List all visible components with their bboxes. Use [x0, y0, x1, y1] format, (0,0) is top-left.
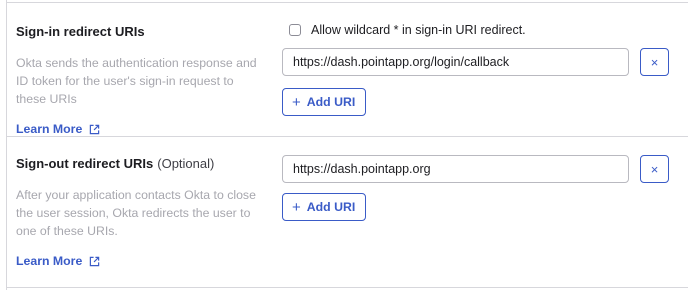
external-link-icon [90, 124, 100, 134]
signout-label-row: Sign-out redirect URIs (Optional) [16, 156, 264, 172]
signin-learn-more-label: Learn More [16, 122, 83, 136]
signin-label: Sign-in redirect URIs [16, 24, 145, 39]
signin-info: Sign-in redirect URIs Okta sends the aut… [16, 24, 264, 138]
bottom-divider [6, 287, 688, 288]
close-icon: × [650, 54, 659, 70]
signin-remove-uri-button[interactable]: × [640, 48, 669, 76]
optional-tag: (Optional) [157, 156, 215, 171]
signin-uri-row: × [282, 48, 670, 76]
signout-add-uri-label: Add URI [306, 200, 356, 214]
signin-uri-input[interactable] [282, 48, 629, 76]
signin-add-uri-label: Add URI [306, 95, 356, 109]
signout-uri-row: × [282, 155, 670, 183]
plus-icon: + [292, 93, 301, 111]
signout-info: Sign-out redirect URIs (Optional) After y… [16, 156, 264, 270]
wildcard-label: Allow wildcard * in sign-in URI redirect… [311, 23, 526, 37]
signin-add-uri-button[interactable]: + Add URI [282, 88, 367, 116]
redirect-uri-settings: Sign-in redirect URIs Okta sends the aut… [0, 0, 688, 290]
signout-add-uri-button[interactable]: + Add URI [282, 193, 367, 221]
signin-controls: Allow wildcard * in sign-in URI redirect… [282, 22, 670, 132]
signout-learn-more-label: Learn More [16, 254, 83, 268]
signout-label: Sign-out redirect URIs [16, 156, 154, 171]
plus-icon: + [292, 198, 301, 216]
signout-description: After your application contacts Okta to … [16, 188, 256, 238]
close-icon: × [650, 161, 659, 177]
signin-learn-more-link[interactable]: Learn More [16, 122, 100, 136]
wildcard-checkbox[interactable] [289, 24, 301, 36]
external-link-icon [90, 256, 100, 266]
signout-learn-more-link[interactable]: Learn More [16, 254, 100, 268]
signout-controls: × + Add URI [282, 155, 670, 245]
signout-uri-input[interactable] [282, 155, 629, 183]
wildcard-option[interactable]: Allow wildcard * in sign-in URI redirect… [282, 22, 670, 38]
signout-remove-uri-button[interactable]: × [640, 155, 669, 183]
signin-description: Okta sends the authentication response a… [16, 56, 257, 106]
signin-section: Sign-in redirect URIs Okta sends the aut… [6, 0, 688, 136]
signout-section: Sign-out redirect URIs (Optional) After y… [6, 137, 688, 287]
